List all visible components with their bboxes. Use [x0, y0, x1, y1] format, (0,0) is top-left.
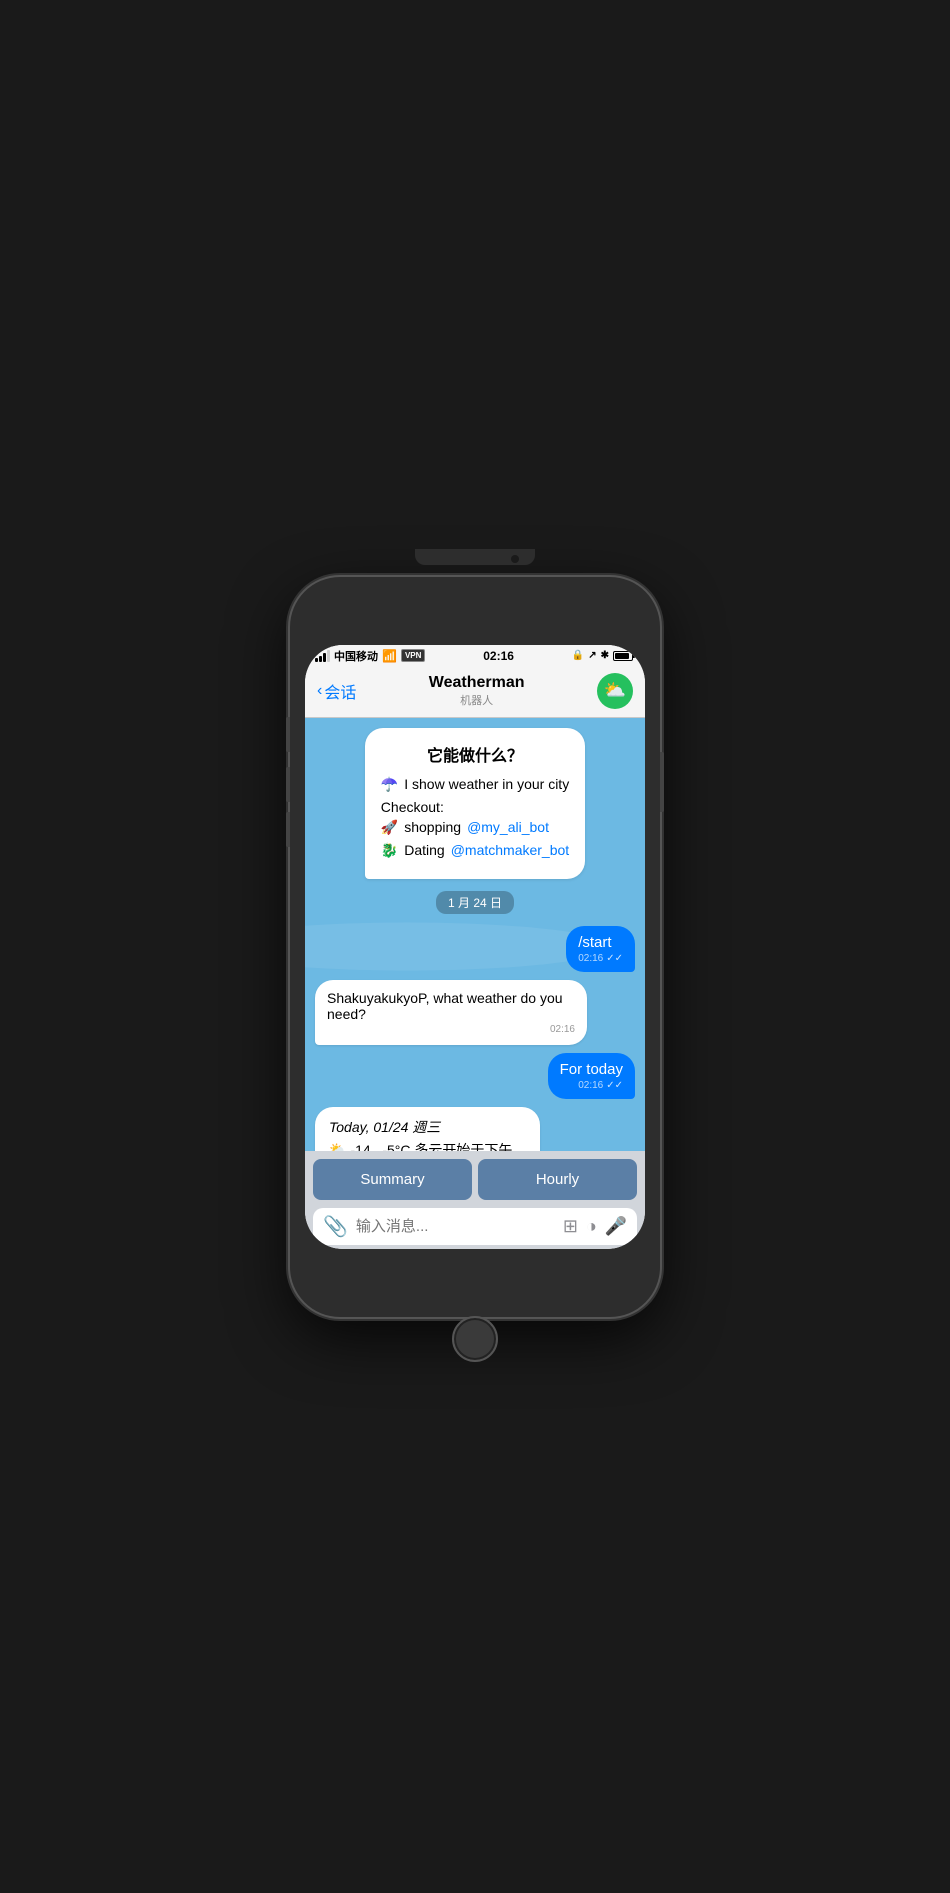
intro-link1: 🚀 shopping @my_ali_bot	[381, 819, 569, 836]
back-label: 会话	[324, 679, 356, 703]
status-time: 02:16	[483, 649, 514, 663]
message-what-weather: ShakuyakukyoP, what weather do you need?…	[315, 980, 587, 1045]
status-bar: 中国移动 📶 VPN 02:16 🔒 ↗ ✱	[305, 645, 645, 667]
intro-link1-text: shopping	[404, 819, 461, 835]
attach-icon[interactable]: 📎	[323, 1214, 348, 1239]
bubble-meta: 02:16 ✓✓	[560, 1080, 623, 1091]
mic-icon[interactable]: 🎤	[605, 1216, 627, 1237]
read-ticks: ✓✓	[606, 953, 623, 964]
action-buttons: Summary Hourly	[313, 1159, 637, 1200]
time-label: 02:16	[578, 1080, 603, 1091]
hourly-button[interactable]: Hourly	[478, 1159, 637, 1200]
intro-bubble: 它能做什么？ ☂️ I show weather in your city Ch…	[365, 728, 585, 879]
message-for-today: For today 02:16 ✓✓	[548, 1053, 635, 1099]
read-ticks: ✓✓	[606, 1080, 623, 1091]
intro-line1: ☂️ I show weather in your city	[381, 776, 569, 793]
date-divider: 1 月 24 日	[315, 891, 635, 914]
camera	[511, 555, 519, 563]
avatar-emoji: ⛅	[604, 680, 626, 701]
incoming-text: ShakuyakukyoP, what weather do you need?	[327, 990, 563, 1022]
battery-icon	[613, 651, 635, 661]
link1-handle[interactable]: @my_ali_bot	[467, 819, 549, 835]
carrier-label: 中国移动	[334, 648, 378, 664]
cloud-sun-emoji: ⛅	[329, 1141, 346, 1151]
status-right: 🔒 ↗ ✱	[572, 650, 635, 661]
phone-frame: 中国移动 📶 VPN 02:16 🔒 ↗ ✱ ‹ 会话	[290, 577, 660, 1317]
input-icons: ⊞ ◑ 🎤	[563, 1216, 627, 1237]
chat-title: Weatherman	[356, 674, 597, 692]
nav-bar: ‹ 会话 Weatherman 机器人 ⛅	[305, 667, 645, 718]
intro-title: 它能做什么？	[381, 742, 569, 766]
for-today-text: For today	[560, 1061, 623, 1078]
start-text: /start	[578, 934, 611, 951]
back-button[interactable]: ‹ 会话	[317, 679, 356, 703]
bluetooth-icon: ✱	[601, 650, 609, 661]
weather-temp: ⛅ -14...-5°C 多云开始于下午。	[329, 1140, 526, 1151]
home-button[interactable]	[452, 1316, 498, 1362]
date-label: 1 月 24 日	[436, 891, 514, 914]
intro-checkout: Checkout:	[381, 799, 569, 815]
signal-icon	[315, 650, 330, 662]
bot-avatar[interactable]: ⛅	[597, 673, 633, 709]
chevron-left-icon: ‹	[317, 682, 322, 700]
input-bar: 📎 ⊞ ◑ 🎤	[313, 1208, 637, 1245]
dragon-emoji: 🐉	[381, 842, 398, 859]
intro-link2: 🐉 Dating @matchmaker_bot	[381, 842, 569, 859]
umbrella-emoji: ☂️	[381, 776, 398, 793]
location-icon: ↗	[588, 650, 596, 661]
rocket-emoji: 🚀	[381, 819, 398, 836]
weather-date: Today, 01/24 週三	[329, 1117, 526, 1137]
nav-title: Weatherman 机器人	[356, 674, 597, 708]
bubble-in-meta: 02:16	[327, 1024, 575, 1035]
wifi-icon: 📶	[382, 649, 397, 663]
intro-link2-text: Dating	[404, 842, 444, 858]
chat-subtitle: 机器人	[356, 692, 597, 708]
sticker-icon[interactable]: ⊞	[563, 1216, 578, 1237]
status-left: 中国移动 📶 VPN	[315, 648, 425, 664]
chat-area: 它能做什么？ ☂️ I show weather in your city Ch…	[305, 718, 645, 1151]
intro-line1-text: I show weather in your city	[404, 776, 569, 792]
keyboard-area: Summary Hourly 📎 ⊞ ◑ 🎤	[305, 1151, 645, 1249]
bubble-meta: 02:16 ✓✓	[578, 953, 623, 964]
temp-range-text: -14...-5°C 多云开始于下午。	[350, 1140, 526, 1151]
time-label: 02:16	[550, 1024, 575, 1035]
phone-screen: 中国移动 📶 VPN 02:16 🔒 ↗ ✱ ‹ 会话	[305, 645, 645, 1249]
emoji-icon[interactable]: ◑	[586, 1216, 597, 1237]
weather-bubble: Today, 01/24 週三 ⛅ -14...-5°C 多云开始于下午。 No…	[315, 1107, 540, 1151]
time-label: 02:16	[578, 953, 603, 964]
link2-handle[interactable]: @matchmaker_bot	[451, 842, 569, 858]
summary-button[interactable]: Summary	[313, 1159, 472, 1200]
vpn-badge: VPN	[401, 649, 425, 662]
message-input[interactable]	[356, 1218, 555, 1235]
lock-icon: 🔒	[572, 650, 584, 661]
message-start: /start 02:16 ✓✓	[566, 926, 635, 972]
